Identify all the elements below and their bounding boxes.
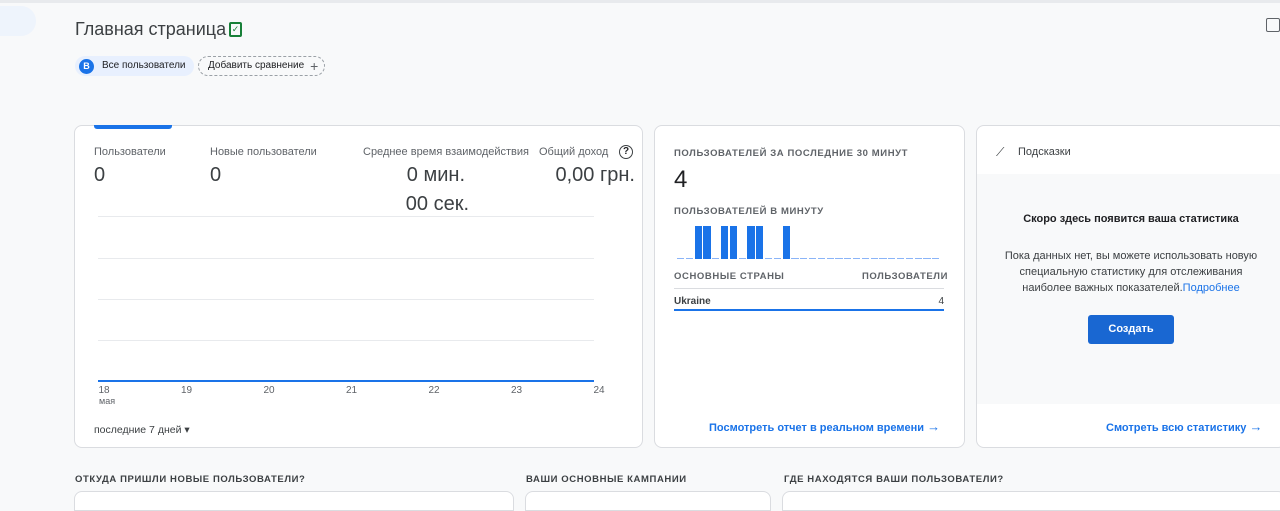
- minute-bar[interactable]: [817, 258, 826, 259]
- arrow-right-icon: →: [927, 419, 941, 434]
- minute-bar[interactable]: [870, 258, 878, 259]
- date-range-label: последние 7 дней: [94, 424, 182, 436]
- minute-bar[interactable]: [932, 258, 940, 259]
- minute-bar[interactable]: [861, 258, 870, 259]
- col-users: ПОЛЬЗОВАТЕЛИ: [861, 271, 948, 282]
- minute-bar[interactable]: [677, 258, 685, 259]
- minute-bar[interactable]: [685, 258, 694, 259]
- top-border: [0, 0, 1280, 3]
- create-button[interactable]: Создать: [1088, 315, 1174, 344]
- minute-bar[interactable]: [923, 258, 931, 259]
- all-insights-link[interactable]: Смотреть всю статистику →: [1106, 419, 1262, 434]
- gridline: [98, 299, 594, 300]
- minute-bar[interactable]: [897, 258, 905, 259]
- minute-bar[interactable]: [879, 258, 887, 259]
- campaigns-card: [525, 491, 771, 511]
- section-location: ГДЕ НАХОДЯТСЯ ВАШИ ПОЛЬЗОВАТЕЛИ?: [784, 474, 1004, 485]
- segment-label: Все пользователи: [102, 60, 186, 71]
- minute-bar[interactable]: [791, 258, 799, 259]
- gridline: [98, 258, 594, 259]
- segment-badge: B: [79, 58, 94, 74]
- gridline: [98, 340, 594, 341]
- row-bar: [674, 309, 944, 311]
- date-range-dropdown[interactable]: последние 7 дней ▾: [94, 424, 190, 436]
- metric-new-users-label[interactable]: Новые пользователи: [210, 146, 317, 158]
- minute-bar[interactable]: [729, 226, 738, 259]
- x-axis-month: мая: [99, 396, 116, 406]
- x-tick: 18: [98, 385, 110, 396]
- minute-bar[interactable]: [694, 226, 702, 259]
- x-tick: 19: [180, 385, 193, 396]
- nav-item-active[interactable]: [0, 6, 36, 36]
- section-acquisition: ОТКУДА ПРИШЛИ НОВЫЕ ПОЛЬЗОВАТЕЛИ?: [75, 474, 306, 485]
- realtime-title: ПОЛЬЗОВАТЕЛЕЙ ЗА ПОСЛЕДНИЕ 30 МИНУТ: [674, 148, 909, 159]
- all-insights-label: Смотреть всю статистику: [1106, 422, 1247, 434]
- country-cell[interactable]: Ukraine: [674, 296, 711, 307]
- metric-revenue-value: 0,00 грн.: [555, 164, 635, 186]
- add-comparison-button[interactable]: Добавить сравнение +: [198, 56, 326, 76]
- minute-bar[interactable]: [905, 258, 914, 259]
- acquisition-card: [74, 491, 514, 511]
- minute-bar[interactable]: [800, 258, 808, 259]
- minute-bar[interactable]: [703, 226, 711, 259]
- location-card: [782, 491, 1280, 511]
- metric-revenue-label[interactable]: Общий доход: [539, 146, 608, 158]
- minute-bar[interactable]: [765, 258, 773, 259]
- metric-engagement-value: 0 мин.: [406, 164, 465, 186]
- users-cell: 4: [938, 296, 944, 307]
- minute-bar[interactable]: [853, 258, 861, 259]
- x-tick: 22: [428, 385, 440, 396]
- active-metric-indicator: [94, 125, 172, 129]
- x-tick: 24: [593, 385, 605, 396]
- minute-bar[interactable]: [738, 258, 746, 259]
- segment-chip[interactable]: B Все пользователи: [75, 56, 194, 76]
- minute-bar[interactable]: [712, 258, 720, 259]
- metric-engagement-value2: 00 сек.: [405, 193, 469, 215]
- help-icon[interactable]: ?: [619, 145, 633, 159]
- realtime-report-link[interactable]: Посмотреть отчет в реальном времени →: [709, 419, 940, 434]
- minute-bar[interactable]: [914, 258, 922, 259]
- metric-new-users-value: 0: [210, 164, 222, 186]
- x-tick: 23: [510, 385, 523, 396]
- verified-report-icon[interactable]: ✓: [229, 22, 242, 37]
- minute-bar[interactable]: [844, 258, 852, 259]
- insights-icon: ⟋: [996, 145, 1005, 159]
- minute-bar[interactable]: [747, 226, 755, 259]
- minute-bar[interactable]: [809, 258, 817, 259]
- minute-bar[interactable]: [826, 258, 834, 259]
- add-comparison-label: Добавить сравнение: [208, 60, 305, 71]
- users-series-line: [98, 380, 594, 382]
- section-campaigns: ВАШИ ОСНОВНЫЕ КАМПАНИИ: [526, 474, 687, 485]
- x-tick: 20: [263, 385, 275, 396]
- minute-bar[interactable]: [835, 258, 843, 259]
- x-tick: 21: [345, 385, 358, 396]
- plus-icon: +: [310, 58, 319, 74]
- minute-bar[interactable]: [756, 226, 764, 259]
- insights-heading: Скоро здесь появится ваша статистика: [1023, 213, 1239, 225]
- metric-users-label[interactable]: Пользователи: [94, 146, 166, 158]
- metric-engagement-label[interactable]: Среднее время взаимодействия: [363, 146, 529, 158]
- col-country: ОСНОВНЫЕ СТРАНЫ: [674, 271, 785, 282]
- minute-bar[interactable]: [888, 258, 896, 259]
- minute-bar[interactable]: [721, 226, 729, 259]
- per-minute-label: ПОЛЬЗОВАТЕЛЕЙ В МИНУТУ: [674, 206, 824, 217]
- metric-users-value: 0: [94, 164, 106, 186]
- minute-bar[interactable]: [782, 226, 790, 259]
- gridline: [98, 216, 594, 217]
- realtime-card: [654, 125, 965, 448]
- caret-down-icon: ▾: [184, 424, 190, 436]
- insights-title: Подсказки: [1018, 146, 1071, 158]
- arrow-right-icon: →: [1249, 419, 1263, 434]
- realtime-value: 4: [674, 166, 688, 193]
- realtime-link-label: Посмотреть отчет в реальном времени: [709, 422, 925, 434]
- customize-icon[interactable]: [1266, 18, 1280, 32]
- insights-text: Пока данных нет, вы можете использовать …: [994, 248, 1268, 296]
- page-title: Главная страница: [75, 19, 227, 39]
- minute-bar[interactable]: [773, 258, 782, 259]
- divider: [674, 288, 944, 289]
- learn-more-link[interactable]: Подробнее: [1183, 282, 1240, 294]
